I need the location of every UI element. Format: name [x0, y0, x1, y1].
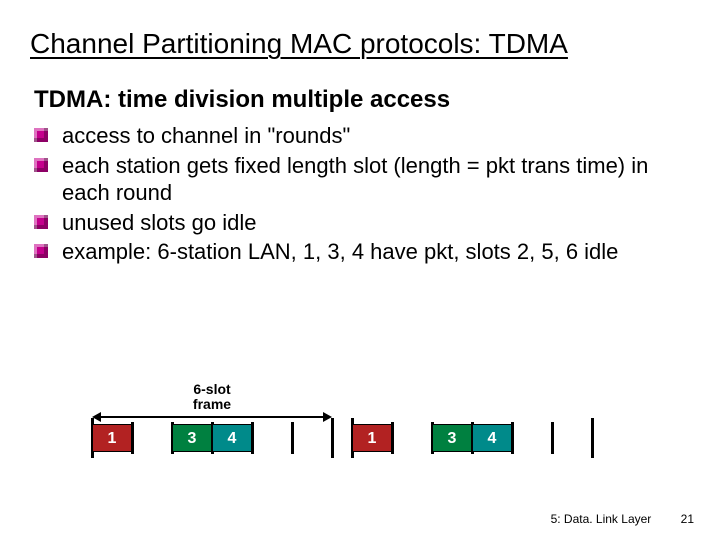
slot-1: 1 [92, 424, 132, 452]
square-bullet-icon [34, 215, 48, 229]
bullet-item: access to channel in "rounds" [34, 122, 686, 150]
bullet-item: example: 6-station LAN, 1, 3, 4 have pkt… [34, 238, 686, 266]
square-bullet-icon [34, 158, 48, 172]
bullet-item: each station gets fixed length slot (len… [34, 152, 686, 207]
page-title: Channel Partitioning MAC protocols: TDMA [30, 28, 686, 60]
bullet-item: unused slots go idle [34, 209, 686, 237]
bullet-text: example: 6-station LAN, 1, 3, 4 have pkt… [62, 239, 618, 264]
frame-arrow [92, 416, 332, 418]
square-bullet-icon [34, 128, 48, 142]
slot-1: 1 [352, 424, 392, 452]
tdma-diagram: 6-slotframe134134 [92, 382, 652, 462]
slot-tick [131, 422, 134, 454]
slot-tick [391, 422, 394, 454]
round-tick [331, 418, 334, 458]
footer-page: 21 [681, 512, 694, 526]
frame-label-l2: frame [193, 396, 231, 412]
slot-3: 3 [432, 424, 472, 452]
slot-3: 3 [172, 424, 212, 452]
bullet-text: each station gets fixed length slot (len… [62, 153, 648, 206]
slot-4: 4 [472, 424, 512, 452]
slot-tick [511, 422, 514, 454]
bullet-text: unused slots go idle [62, 210, 256, 235]
footer-section: 5: Data. Link Layer [551, 512, 652, 526]
bullet-list: access to channel in "rounds" each statio… [30, 122, 686, 266]
frame-label-l1: 6-slot [193, 381, 230, 397]
frame-label: 6-slotframe [182, 382, 242, 411]
square-bullet-icon [34, 244, 48, 258]
round-tick [591, 418, 594, 458]
slot-4: 4 [212, 424, 252, 452]
footer: 5: Data. Link Layer 21 [551, 512, 694, 526]
slot-tick [291, 422, 294, 454]
arrow-line [100, 416, 324, 418]
bullet-text: access to channel in "rounds" [62, 123, 350, 148]
slot-tick [551, 422, 554, 454]
slot-tick [251, 422, 254, 454]
subtitle: TDMA: time division multiple access [34, 86, 686, 114]
